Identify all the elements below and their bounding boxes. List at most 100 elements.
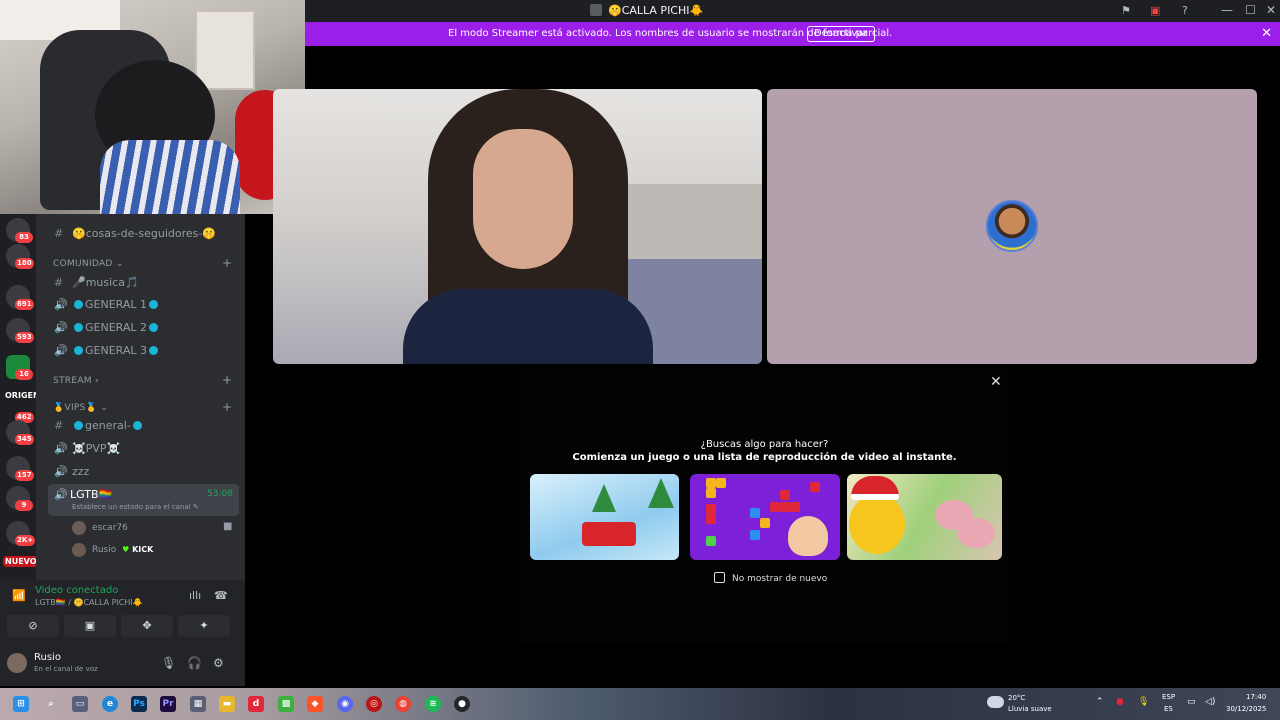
signal-icon[interactable]: 📶 — [12, 589, 26, 602]
server-icon[interactable]: 83 — [6, 218, 33, 243]
server-icon[interactable]: 462 — [6, 398, 34, 423]
app-circle-icon[interactable]: ◎ — [366, 696, 382, 712]
weather-description[interactable]: Lluvia suave — [1008, 705, 1052, 713]
server-icon[interactable]: 2K+ — [6, 521, 36, 546]
store-icon[interactable]: ▦ — [190, 696, 206, 712]
keyboard-region[interactable]: ES — [1164, 705, 1173, 713]
inbox-flag-icon[interactable]: ⚑ — [1121, 4, 1131, 17]
updates-icon[interactable]: ▣ — [1150, 4, 1160, 17]
file-explorer-icon[interactable]: ▬ — [219, 696, 235, 712]
brave-icon[interactable]: ◆ — [307, 696, 323, 712]
speaker-icon: 🔊 — [54, 298, 68, 311]
noise-suppression-icon[interactable]: ıllı — [189, 589, 201, 602]
voice-channel-item[interactable]: 🔊 GENERAL 1 — [54, 295, 239, 315]
clock-time[interactable]: 17:40 — [1246, 693, 1266, 701]
volume-icon[interactable]: ◁) — [1205, 697, 1215, 707]
add-channel-icon[interactable]: + — [222, 373, 232, 387]
add-channel-icon[interactable]: + — [222, 400, 232, 414]
voice-status-subtitle[interactable]: LGTB🏳️‍🌈 / 🤫CALLA PICHI🐥 — [35, 598, 143, 607]
screen-share-button[interactable]: ▣ — [64, 615, 116, 637]
voice-channel-item[interactable]: 🔊 GENERAL 2 — [54, 318, 239, 338]
edge-icon[interactable]: e — [102, 696, 118, 712]
microphone-icon[interactable]: 🎙 — [161, 656, 176, 670]
main-background — [245, 214, 273, 686]
block-icon — [706, 488, 716, 498]
voice-member[interactable]: Rusio ♥ KICK — [72, 541, 153, 559]
server-icon[interactable]: 345 — [6, 420, 34, 445]
server-icon[interactable]: 9 — [6, 486, 33, 511]
voice-member[interactable]: escar76 — [72, 519, 128, 537]
server-icon[interactable]: 16 — [6, 355, 33, 380]
disable-streamer-button[interactable]: Desactivar — [807, 26, 875, 42]
participant-video-tile[interactable] — [273, 89, 762, 364]
globe-icon — [74, 300, 83, 309]
category-comunidad[interactable]: COMUNIDAD ⌄ — [53, 259, 124, 269]
taskbar: ⊞ ⌕ ▭ e Ps Pr ▦ ▬ d ▩ ◆ ◉ ◎ ◍ ≋ ● 20°C L… — [0, 688, 1280, 720]
participant-avatar-tile[interactable] — [767, 89, 1257, 364]
keyboard-language[interactable]: ESP — [1162, 693, 1175, 701]
app-red-icon[interactable]: d — [248, 696, 264, 712]
windows-start-icon[interactable]: ⊞ — [13, 696, 29, 712]
headphones-icon[interactable]: 🎧 — [187, 656, 202, 670]
channel-status[interactable]: Establece un estado para el canal ✎ — [72, 503, 199, 511]
help-icon[interactable]: ? — [1182, 4, 1188, 17]
chick-icon — [849, 494, 905, 554]
activities-button[interactable]: ✥ — [121, 615, 173, 637]
checkbox-icon[interactable] — [714, 572, 725, 583]
tray-app-icon[interactable]: ● — [1116, 697, 1124, 707]
truck-icon — [582, 522, 636, 546]
photoshop-icon[interactable]: Ps — [131, 696, 147, 712]
user-status: En el canal de voz — [34, 665, 98, 673]
block-icon — [750, 508, 760, 518]
modal-close-icon[interactable]: ✕ — [990, 374, 1002, 390]
server-icon[interactable]: 157 — [6, 456, 34, 481]
server-new-badge[interactable]: NUEVO — [3, 556, 39, 567]
voice-channel-item[interactable]: 🔊 ☠️PVP☠️ — [54, 439, 239, 459]
soundboard-button[interactable]: ✦ — [178, 615, 230, 637]
task-view-icon[interactable]: ▭ — [72, 696, 88, 712]
disconnect-icon[interactable]: ☎ — [214, 589, 228, 602]
block-icon — [750, 530, 760, 540]
block-puzzle-game-card[interactable] — [690, 474, 840, 560]
server-icon[interactable]: 691 — [6, 285, 34, 310]
minecraft-icon[interactable]: ▩ — [278, 696, 294, 712]
speaker-icon: 🔊 — [54, 442, 68, 455]
voice-channel-item[interactable]: 🔊 zzz — [54, 462, 239, 482]
channel-item[interactable]: # 🎤musica🎵 — [54, 273, 239, 293]
voice-channel-item[interactable]: 🔊 GENERAL 3 — [54, 341, 239, 361]
add-channel-icon[interactable]: + — [222, 256, 232, 270]
search-icon[interactable]: ⌕ — [43, 696, 59, 712]
category-stream[interactable]: STREAM › — [53, 376, 99, 386]
banner-close-icon[interactable]: ✕ — [1261, 26, 1272, 41]
avatar[interactable] — [7, 653, 27, 673]
christmas-tree-icon — [648, 478, 674, 508]
premiere-icon[interactable]: Pr — [160, 696, 176, 712]
active-voice-channel[interactable]: 🔊 LGTB🏳️‍🌈 53:08 Establece un estado para… — [48, 484, 239, 516]
maximize-button[interactable]: ☐ — [1245, 3, 1256, 17]
channel-item[interactable]: # 🤫cosas-de-seguidores-🤫 — [54, 224, 239, 244]
clock-date[interactable]: 30/12/2025 — [1226, 705, 1266, 713]
chick-christmas-game-card[interactable] — [847, 474, 1002, 560]
close-window-button[interactable]: ✕ — [1266, 3, 1276, 17]
network-icon[interactable]: ▭ — [1187, 697, 1196, 707]
snow-truck-game-card[interactable] — [530, 474, 679, 560]
discord-icon[interactable]: ◉ — [337, 696, 353, 712]
tray-chevron-icon[interactable]: ⌃ — [1096, 697, 1104, 707]
dont-show-again-checkbox[interactable]: No mostrar de nuevo — [714, 572, 827, 584]
camera-off-button[interactable]: ⊘ — [7, 615, 59, 637]
avatar — [986, 200, 1038, 252]
spotify-icon[interactable]: ≋ — [425, 696, 441, 712]
globe-icon — [149, 346, 158, 355]
category-vips[interactable]: 🥇VIPS🥇 ⌄ — [53, 403, 108, 413]
channel-item[interactable]: # general- — [54, 416, 239, 436]
server-icon[interactable]: 593 — [6, 318, 34, 343]
gear-icon[interactable]: ⚙ — [213, 656, 224, 670]
chrome-icon[interactable]: ◍ — [395, 696, 411, 712]
obs-icon[interactable]: ● — [454, 696, 470, 712]
minimize-button[interactable]: — — [1221, 3, 1233, 17]
kick-tag: ♥ KICK — [122, 545, 154, 554]
microphone-tray-icon[interactable]: 🎙 — [1138, 697, 1149, 707]
weather-temperature[interactable]: 20°C — [1008, 694, 1025, 702]
server-icon[interactable]: 180 — [6, 244, 34, 269]
voice-status-title: Video conectado — [35, 585, 119, 596]
